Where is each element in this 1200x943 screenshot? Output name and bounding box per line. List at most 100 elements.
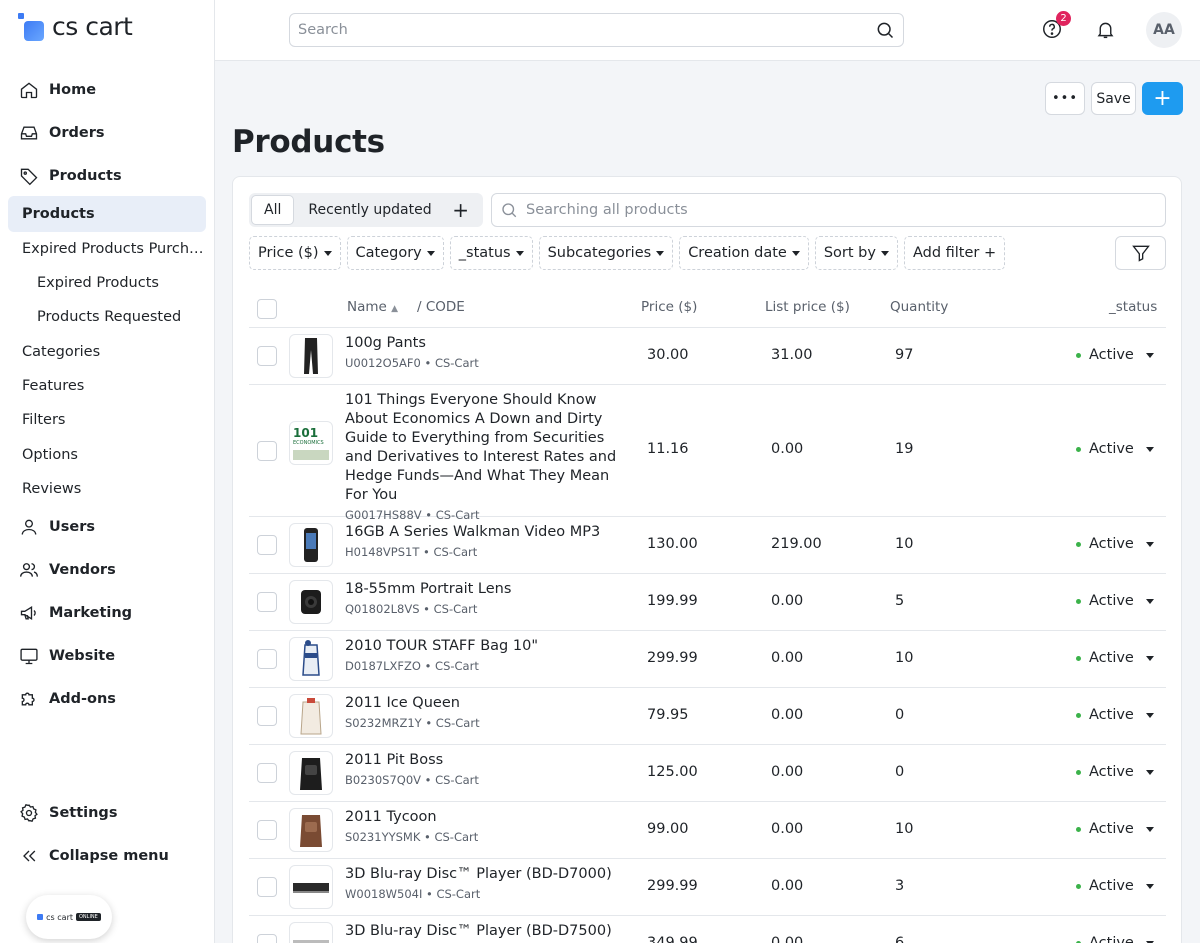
sidebar-item-settings[interactable]: Settings: [8, 795, 206, 831]
status-dropdown[interactable]: Active: [1076, 707, 1154, 723]
sidebar-item-home[interactable]: Home: [8, 72, 206, 108]
product-list-price[interactable]: 0.00: [771, 821, 803, 837]
advanced-filter-button[interactable]: [1115, 236, 1166, 270]
product-quantity[interactable]: 10: [895, 821, 913, 837]
product-quantity[interactable]: 0: [895, 707, 904, 723]
product-thumbnail[interactable]: [289, 922, 333, 943]
status-dropdown[interactable]: Active: [1076, 935, 1154, 943]
global-search-input[interactable]: [298, 22, 867, 38]
product-list-price[interactable]: 0.00: [771, 935, 803, 943]
tab-all[interactable]: All: [251, 195, 295, 225]
product-search-input[interactable]: [518, 202, 1165, 218]
product-thumbnail[interactable]: [289, 580, 333, 624]
product-quantity[interactable]: 97: [895, 347, 913, 363]
search-icon[interactable]: [867, 20, 903, 40]
product-list-price[interactable]: 0.00: [771, 650, 803, 666]
product-list-price[interactable]: 0.00: [771, 764, 803, 780]
product-price[interactable]: 299.99: [647, 650, 698, 666]
sidebar-subitem-options[interactable]: Options: [8, 437, 206, 473]
product-name-link[interactable]: 100g Pants: [345, 334, 630, 353]
table-row[interactable]: 2011 Tycoon S0231YYSMK • CS-Cart 99.00 0.…: [249, 802, 1166, 859]
product-quantity[interactable]: 3: [895, 878, 904, 894]
sidebar-item-orders[interactable]: Orders: [8, 115, 206, 151]
more-actions-button[interactable]: •••: [1045, 82, 1085, 115]
sidebar-item-add-ons[interactable]: Add-ons: [8, 681, 206, 717]
product-thumbnail[interactable]: [289, 334, 333, 378]
product-quantity[interactable]: 10: [895, 536, 913, 552]
row-checkbox[interactable]: [257, 441, 277, 461]
table-row[interactable]: 2010 TOUR STAFF Bag 10" D0187LXFZO • CS-C…: [249, 631, 1166, 688]
status-dropdown[interactable]: Active: [1076, 441, 1154, 457]
product-thumbnail[interactable]: 101 ECONOMICS: [289, 421, 333, 465]
product-list-price[interactable]: 0.00: [771, 878, 803, 894]
sidebar-subitem-products[interactable]: Products: [8, 196, 206, 232]
product-name-link[interactable]: 18-55mm Portrait Lens: [345, 580, 630, 599]
filter-price[interactable]: Price ($): [249, 236, 341, 270]
product-name-link[interactable]: 3D Blu-ray Disc™ Player (BD-D7500): [345, 922, 630, 941]
sidebar-item-products[interactable]: Products: [8, 158, 206, 194]
logo[interactable]: cs cart: [18, 12, 133, 41]
status-dropdown[interactable]: Active: [1076, 764, 1154, 780]
row-checkbox[interactable]: [257, 820, 277, 840]
sidebar-item-users[interactable]: Users: [8, 509, 206, 545]
add-product-button[interactable]: +: [1142, 82, 1183, 115]
status-dropdown[interactable]: Active: [1076, 650, 1154, 666]
column-quantity[interactable]: Quantity: [890, 299, 948, 315]
product-name-link[interactable]: 16GB A Series Walkman Video MP3: [345, 523, 630, 542]
product-quantity[interactable]: 5: [895, 593, 904, 609]
table-row[interactable]: 16GB A Series Walkman Video MP3 H0148VPS1…: [249, 517, 1166, 574]
product-quantity[interactable]: 19: [895, 441, 913, 457]
collapse-menu-button[interactable]: Collapse menu: [8, 838, 206, 874]
product-quantity[interactable]: 0: [895, 764, 904, 780]
column-list-price[interactable]: List price ($): [765, 299, 850, 315]
help-button[interactable]: 2: [1039, 11, 1071, 42]
filter-category[interactable]: Category: [346, 236, 444, 270]
add-filter-button[interactable]: Add filter +: [903, 236, 1006, 270]
brand-floating-badge[interactable]: cs cart ONLINE: [26, 895, 112, 939]
status-dropdown[interactable]: Active: [1076, 593, 1154, 609]
add-tab-button[interactable]: +: [452, 198, 469, 222]
row-checkbox[interactable]: [257, 346, 277, 366]
product-price[interactable]: 125.00: [647, 764, 698, 780]
table-row[interactable]: 18-55mm Portrait Lens Q01802L8VS • CS-Car…: [249, 574, 1166, 631]
product-thumbnail[interactable]: [289, 637, 333, 681]
avatar[interactable]: AA: [1146, 12, 1182, 48]
product-thumbnail[interactable]: [289, 523, 333, 567]
product-name-link[interactable]: 2011 Ice Queen: [345, 694, 630, 713]
sidebar-item-marketing[interactable]: Marketing: [8, 595, 206, 631]
table-row[interactable]: 101 ECONOMICS 101 Things Everyone Should …: [249, 385, 1166, 522]
sidebar-subitem-expired-products[interactable]: Expired Products: [8, 265, 206, 301]
sidebar-item-vendors[interactable]: Vendors: [8, 552, 206, 588]
sidebar-subitem-products-requested[interactable]: Products Requested: [8, 299, 206, 335]
filter-creation-date[interactable]: Creation date: [679, 236, 809, 270]
filter-status[interactable]: _status: [449, 236, 533, 270]
tab-recently-updated[interactable]: Recently updated: [294, 195, 445, 225]
row-checkbox[interactable]: [257, 592, 277, 612]
product-name-link[interactable]: 3D Blu-ray Disc™ Player (BD-D7000): [345, 865, 630, 884]
product-list-price[interactable]: 0.00: [771, 707, 803, 723]
product-price[interactable]: 299.99: [647, 878, 698, 894]
column-price[interactable]: Price ($): [641, 299, 697, 315]
product-thumbnail[interactable]: [289, 808, 333, 852]
row-checkbox[interactable]: [257, 877, 277, 897]
sidebar-subitem-features[interactable]: Features: [8, 368, 206, 404]
row-checkbox[interactable]: [257, 649, 277, 669]
notifications-button[interactable]: [1092, 16, 1118, 42]
status-dropdown[interactable]: Active: [1076, 536, 1154, 552]
row-checkbox[interactable]: [257, 706, 277, 726]
row-checkbox[interactable]: [257, 763, 277, 783]
sidebar-item-website[interactable]: Website: [8, 638, 206, 674]
select-all-checkbox[interactable]: [257, 299, 277, 319]
product-list-price[interactable]: 31.00: [771, 347, 813, 363]
column-name[interactable]: Name ▲: [347, 299, 398, 315]
row-checkbox[interactable]: [257, 535, 277, 555]
sidebar-subitem-filters[interactable]: Filters: [8, 402, 206, 438]
product-list-price[interactable]: 0.00: [771, 441, 803, 457]
table-row[interactable]: 3D Blu-ray Disc™ Player (BD-D7000) W0018W…: [249, 859, 1166, 916]
filter-sort-by[interactable]: Sort by: [814, 236, 898, 270]
row-checkbox[interactable]: [257, 934, 277, 943]
table-row[interactable]: 2011 Ice Queen S0232MRZ1Y • CS-Cart 79.95…: [249, 688, 1166, 745]
product-quantity[interactable]: 6: [895, 935, 904, 943]
product-price[interactable]: 130.00: [647, 536, 698, 552]
product-thumbnail[interactable]: [289, 865, 333, 909]
